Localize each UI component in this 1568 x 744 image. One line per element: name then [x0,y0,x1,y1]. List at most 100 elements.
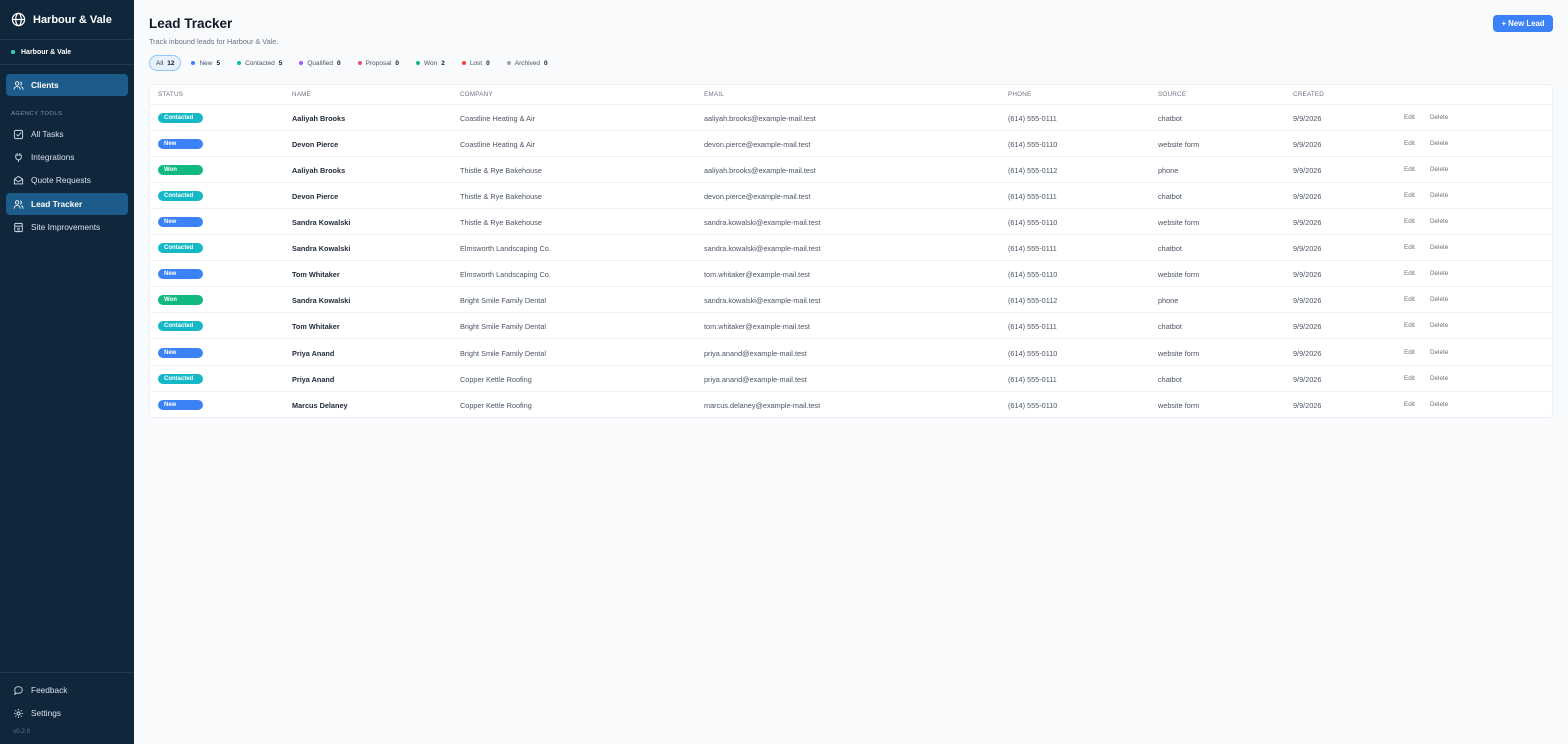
filter-chip-contacted[interactable]: Contacted 5 [230,55,289,71]
filter-chip-label: Contacted [245,59,275,67]
table-row[interactable]: Contacted Aaliyah Brooks Coastline Heating… [150,105,1552,131]
source-cell: chatbot [1158,374,1182,384]
edit-button[interactable]: Edit [1404,340,1415,365]
filter-chip-count: 5 [278,59,283,67]
sidebar-item-integrations[interactable]: Integrations [6,146,128,168]
filter-chip-label: Won [423,59,438,67]
filter-chip-all[interactable]: All 12 [149,55,182,71]
sidebar-item-label: Settings [31,708,61,718]
source-cell: website form [1158,400,1200,410]
delete-button[interactable]: Delete [1430,105,1448,130]
table-row[interactable]: New Sandra Kowalski Thistle & Rye Bakehous… [150,209,1552,235]
delete-button[interactable]: Delete [1430,261,1448,286]
filter-chip-lost[interactable]: Lost 0 [455,55,497,71]
filter-chip-won[interactable]: Won 2 [409,55,452,71]
filter-chip-new[interactable]: New 5 [184,55,227,71]
new-lead-button[interactable]: + New Lead [1493,15,1553,32]
column-header-email[interactable]: EMAIL [704,91,724,98]
created-cell: 9/9/2026 [1293,374,1322,384]
status-badge: New [158,269,203,279]
edit-button[interactable]: Edit [1404,157,1415,182]
name-cell: Tom Whitaker [292,321,340,331]
table-row[interactable]: Contacted Tom Whitaker Bright Smile Family… [150,313,1552,339]
company-cell: Thistle & Rye Bakehouse [460,165,542,175]
filter-chip-qualified[interactable]: Qualified 0 [292,55,347,71]
delete-button[interactable]: Delete [1430,157,1448,182]
edit-button[interactable]: Edit [1404,235,1415,260]
delete-button[interactable]: Delete [1430,313,1448,338]
source-cell: website form [1158,348,1200,358]
sidebar-item-all-tasks[interactable]: All Tasks [6,123,128,145]
company-cell: Elmsworth Landscaping Co. [460,269,551,279]
sidebar: Harbour & Vale Harbour & Vale Clients AG… [0,0,134,744]
status-badge: New [158,139,203,149]
status-cell: Contacted [158,235,203,261]
email-cell: aaliyah.brooks@example-mail.test [704,165,816,175]
edit-button[interactable]: Edit [1404,183,1415,208]
edit-button[interactable]: Edit [1404,131,1415,156]
delete-button[interactable]: Delete [1430,340,1448,365]
table-row[interactable]: Won Aaliyah Brooks Thistle & Rye Bakehouse… [150,157,1552,183]
column-header-created[interactable]: CREATED [1293,91,1324,98]
created-cell: 9/9/2026 [1293,191,1322,201]
delete-button[interactable]: Delete [1430,209,1448,234]
edit-button[interactable]: Edit [1404,209,1415,234]
filter-chip-proposal[interactable]: Proposal 0 [351,55,406,71]
source-cell: chatbot [1158,113,1182,123]
column-header-source[interactable]: SOURCE [1158,91,1186,98]
table-row[interactable]: Won Sandra Kowalski Bright Smile Family De… [150,287,1552,313]
column-header-company[interactable]: COMPANY [460,91,493,98]
created-cell: 9/9/2026 [1293,348,1322,358]
column-header-name[interactable]: NAME [292,91,311,98]
sidebar-item-settings[interactable]: Settings [6,702,128,724]
brand[interactable]: Harbour & Vale [0,0,134,40]
workspace-switcher[interactable]: Harbour & Vale [0,40,134,65]
status-dot [299,61,304,65]
name-cell: Sandra Kowalski [292,295,351,305]
delete-button[interactable]: Delete [1430,131,1448,156]
company-cell: Thistle & Rye Bakehouse [460,191,542,201]
delete-button[interactable]: Delete [1430,366,1448,391]
status-badge: Contacted [158,243,203,253]
edit-button[interactable]: Edit [1404,287,1415,312]
status-cell: Contacted [158,105,203,131]
delete-button[interactable]: Delete [1430,287,1448,312]
column-header-status[interactable]: STATUS [158,91,183,98]
edit-button[interactable]: Edit [1404,261,1415,286]
table-row[interactable]: New Tom Whitaker Elmsworth Landscaping Co.… [150,261,1552,287]
delete-button[interactable]: Delete [1430,392,1448,417]
phone-cell: (614) 555-0111 [1008,321,1057,331]
sidebar-item-clients[interactable]: Clients [6,74,128,96]
edit-button[interactable]: Edit [1404,105,1415,130]
table-row[interactable]: New Devon Pierce Coastline Heating & Air de… [150,131,1552,157]
delete-button[interactable]: Delete [1430,183,1448,208]
status-badge: New [158,400,203,410]
table-row[interactable]: New Priya Anand Bright Smile Family Dental… [150,340,1552,366]
email-cell: devon.pierce@example-mail.test [704,191,811,201]
table-row[interactable]: Contacted Priya Anand Copper Kettle Roofin… [150,366,1552,392]
filter-chip-label: Archived [514,59,541,67]
name-cell: Aaliyah Brooks [292,165,346,175]
sidebar-item-site-improvements[interactable]: Site Improvements [6,216,128,238]
edit-button[interactable]: Edit [1404,392,1415,417]
company-cell: Bright Smile Family Dental [460,348,546,358]
sidebar-item-quote-requests[interactable]: Quote Requests [6,169,128,191]
table-header: STATUS NAME COMPANY EMAIL PHONE SOURCE CREATED [150,85,1552,105]
table-row[interactable]: Contacted Devon Pierce Thistle & Rye Bakeh… [150,183,1552,209]
sidebar-divider [0,672,134,673]
filter-chip-archived[interactable]: Archived 0 [500,55,555,71]
filter-chip-label: Proposal [365,59,392,67]
sidebar-item-label: Clients [31,80,59,90]
table-row[interactable]: Contacted Sandra Kowalski Elmsworth Landsc… [150,235,1552,261]
column-header-phone[interactable]: PHONE [1008,91,1031,98]
sidebar-item-feedback[interactable]: Feedback [6,679,128,701]
sidebar-item-lead-tracker[interactable]: Lead Tracker [6,193,128,215]
table-row[interactable]: New Marcus Delaney Copper Kettle Roofing ma… [150,392,1552,418]
edit-button[interactable]: Edit [1404,366,1415,391]
email-cell: devon.pierce@example-mail.test [704,139,811,149]
delete-button[interactable]: Delete [1430,235,1448,260]
status-filter-bar: All 12 New 5 Contacted 5 Qualified 0 Proposal 0 Wo… [149,55,555,71]
envelope-icon [13,175,24,184]
edit-button[interactable]: Edit [1404,313,1415,338]
clipboard-icon [14,222,23,232]
